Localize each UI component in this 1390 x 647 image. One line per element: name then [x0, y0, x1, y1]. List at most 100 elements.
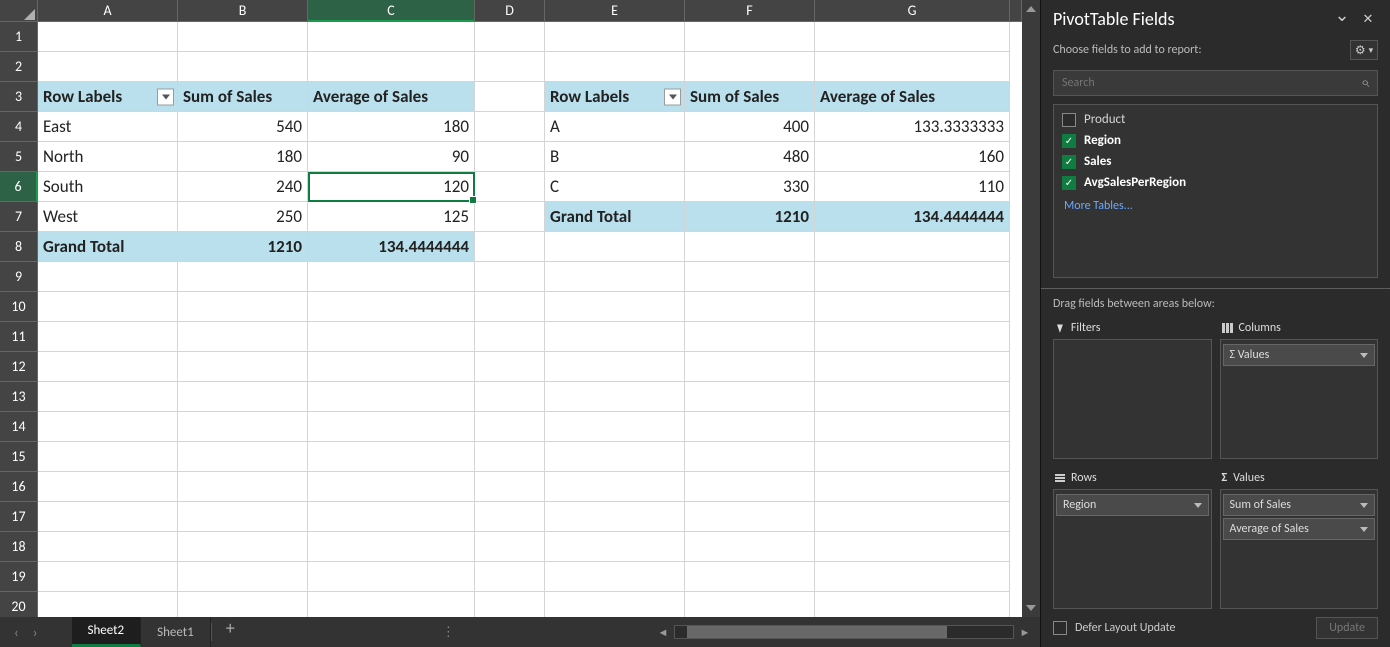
bg-cell[interactable] [308, 472, 475, 502]
filter-dropdown-icon[interactable] [157, 88, 174, 105]
cell-B6[interactable]: 240 [178, 172, 308, 202]
bg-cell[interactable] [475, 472, 545, 502]
bg-cell[interactable] [815, 292, 1010, 322]
bg-cell[interactable] [815, 22, 1010, 52]
bg-cell[interactable] [308, 412, 475, 442]
row-header-20[interactable]: 20 [0, 592, 38, 617]
row-header-18[interactable]: 18 [0, 532, 38, 562]
bg-cell[interactable] [475, 532, 545, 562]
bg-cell[interactable] [38, 532, 178, 562]
cell-B5[interactable]: 180 [178, 142, 308, 172]
bg-cell[interactable] [178, 532, 308, 562]
bg-cell[interactable] [178, 592, 308, 617]
bg-cell[interactable] [815, 52, 1010, 82]
bg-cell[interactable] [685, 502, 815, 532]
chip-dropdown-icon[interactable] [1188, 498, 1202, 512]
cell-C6[interactable]: 120 [308, 172, 475, 202]
values-drop-zone[interactable]: Sum of SalesAverage of Sales [1220, 489, 1379, 609]
cell-G4[interactable]: 133.3333333 [815, 112, 1010, 142]
filter-dropdown-icon[interactable] [664, 88, 681, 105]
bg-cell[interactable] [815, 352, 1010, 382]
row-header-9[interactable]: 9 [0, 262, 38, 292]
bg-cell[interactable] [475, 262, 545, 292]
hscroll-track[interactable] [674, 625, 1014, 639]
row-header-11[interactable]: 11 [0, 322, 38, 352]
cell-F5[interactable]: 480 [685, 142, 815, 172]
bg-cell[interactable] [178, 322, 308, 352]
row-header-6[interactable]: 6 [0, 172, 38, 202]
bg-cell[interactable] [545, 502, 685, 532]
field-item-avgsalesperregion[interactable]: AvgSalesPerRegion [1054, 172, 1377, 193]
filters-drop-zone[interactable] [1053, 339, 1212, 459]
field-list-options-button[interactable]: ▾ [1350, 40, 1378, 60]
bg-cell[interactable] [475, 202, 545, 232]
bg-cell[interactable] [815, 472, 1010, 502]
row-header-19[interactable]: 19 [0, 562, 38, 592]
cell-C5[interactable]: 90 [308, 142, 475, 172]
bg-cell[interactable] [308, 52, 475, 82]
field-checkbox[interactable] [1062, 155, 1076, 169]
bg-cell[interactable] [178, 52, 308, 82]
bg-cell[interactable] [475, 502, 545, 532]
bg-cell[interactable] [685, 532, 815, 562]
bg-cell[interactable] [38, 472, 178, 502]
row-header-12[interactable]: 12 [0, 352, 38, 382]
row-header-7[interactable]: 7 [0, 202, 38, 232]
col-header-B[interactable]: B [178, 0, 308, 22]
bg-cell[interactable] [475, 322, 545, 352]
sheet-tab[interactable]: Sheet1 [141, 617, 211, 647]
bg-cell[interactable] [178, 292, 308, 322]
more-tables-link[interactable]: More Tables... [1054, 193, 1377, 219]
area-chip[interactable]: Sum of Sales [1223, 494, 1376, 516]
bg-cell[interactable] [815, 322, 1010, 352]
cell-G7[interactable]: 134.4444444 [815, 202, 1010, 232]
row-header-1[interactable]: 1 [0, 22, 38, 52]
scroll-down-icon[interactable] [1022, 599, 1040, 617]
scroll-left-icon[interactable]: ◄ [656, 625, 670, 639]
cell-A4[interactable]: East [38, 112, 178, 142]
bg-cell[interactable] [545, 532, 685, 562]
cell-A8[interactable]: Grand Total [38, 232, 178, 262]
bg-cell[interactable] [815, 502, 1010, 532]
bg-cell[interactable] [545, 592, 685, 617]
bg-cell[interactable] [475, 82, 545, 112]
bg-cell[interactable] [475, 352, 545, 382]
bg-cell[interactable] [815, 232, 1010, 262]
bg-cell[interactable] [815, 562, 1010, 592]
bg-cell[interactable] [38, 502, 178, 532]
field-item-product[interactable]: Product [1054, 109, 1377, 130]
cell-E6[interactable]: C [545, 172, 685, 202]
cell-B3[interactable]: Sum of Sales [178, 82, 308, 112]
bg-cell[interactable] [815, 532, 1010, 562]
bg-cell[interactable] [308, 592, 475, 617]
bg-cell[interactable] [178, 262, 308, 292]
row-header-16[interactable]: 16 [0, 472, 38, 502]
field-search[interactable] [1053, 70, 1378, 96]
field-item-sales[interactable]: Sales [1054, 151, 1377, 172]
bg-cell[interactable] [545, 562, 685, 592]
bg-cell[interactable] [38, 292, 178, 322]
bg-cell[interactable] [685, 232, 815, 262]
select-all-corner[interactable] [0, 0, 38, 22]
bg-cell[interactable] [178, 352, 308, 382]
cell-A3[interactable]: Row Labels [38, 82, 178, 112]
prev-sheet-icon[interactable]: ‹ [14, 624, 19, 641]
bg-cell[interactable] [815, 382, 1010, 412]
col-header-E[interactable]: E [545, 0, 685, 22]
bg-cell[interactable] [685, 592, 815, 617]
chip-dropdown-icon[interactable] [1354, 498, 1368, 512]
cell-A7[interactable]: West [38, 202, 178, 232]
bg-cell[interactable] [38, 322, 178, 352]
tab-nav-arrows[interactable]: ‹ › [0, 624, 52, 641]
bg-cell[interactable] [475, 292, 545, 322]
cell-C4[interactable]: 180 [308, 112, 475, 142]
bg-cell[interactable] [545, 232, 685, 262]
cell-E4[interactable]: A [545, 112, 685, 142]
bg-cell[interactable] [475, 562, 545, 592]
defer-update-checkbox[interactable] [1053, 621, 1067, 635]
bg-cell[interactable] [685, 382, 815, 412]
bg-cell[interactable] [475, 412, 545, 442]
cell-F7[interactable]: 1210 [685, 202, 815, 232]
bg-cell[interactable] [815, 262, 1010, 292]
bg-cell[interactable] [815, 442, 1010, 472]
